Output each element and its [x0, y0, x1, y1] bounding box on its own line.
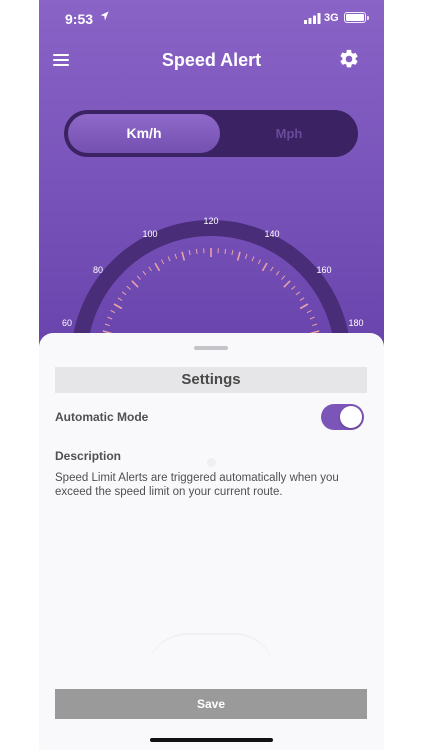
gauge-tick [251, 256, 255, 262]
gauge-tick [126, 285, 131, 290]
gauge-tick [236, 251, 241, 261]
gauge-tick [270, 266, 274, 272]
gauge-tick [117, 297, 123, 301]
gauge-tick [244, 253, 248, 259]
tick-label-180: 180 [348, 318, 363, 328]
network-type: 3G [324, 12, 339, 24]
background-arc-shadow [146, 633, 276, 675]
gauge-tick [107, 316, 113, 320]
description-text: Speed Limit Alerts are triggered automat… [55, 472, 339, 498]
gauge-tick [110, 310, 116, 314]
home-indicator[interactable] [150, 738, 273, 742]
background-needle-hub [207, 458, 216, 467]
gauge-tick [131, 280, 139, 288]
gauge-tick [283, 280, 291, 288]
sheet-grabber[interactable] [194, 346, 228, 350]
gauge-tick [224, 248, 227, 254]
gear-icon[interactable] [338, 48, 360, 70]
status-bar: 9:53 3G [39, 0, 384, 38]
gauge-tick [121, 291, 127, 296]
tick-label-140: 140 [264, 229, 279, 239]
unit-segmented-control: Km/h Mph [64, 110, 358, 157]
signal-icon [304, 13, 321, 24]
tick-label-100: 100 [142, 229, 157, 239]
gauge-tick [312, 323, 318, 327]
segment-kmh[interactable]: Km/h [68, 114, 220, 153]
tick-label-120: 120 [203, 216, 218, 226]
gauge-tick [299, 297, 305, 301]
toggle-knob [340, 406, 362, 428]
gauge-tick [167, 256, 171, 262]
save-button[interactable]: Save [55, 689, 367, 719]
gauge-tick [188, 250, 191, 256]
gauge-tick [291, 285, 296, 290]
segment-mph[interactable]: Mph [224, 114, 354, 153]
gauge-tick [231, 250, 234, 256]
gauge-tick [113, 303, 123, 310]
description-title: Description [55, 449, 122, 463]
automatic-mode-toggle[interactable] [321, 404, 364, 430]
gauge-tick [136, 275, 141, 280]
page-title: Speed Alert [161, 50, 262, 70]
location-arrow-icon [100, 11, 109, 21]
gauge-tick [275, 270, 280, 276]
gauge-tick [104, 323, 110, 327]
status-time: 9:53 [65, 11, 94, 27]
automatic-mode-label: Automatic Mode [55, 410, 149, 424]
gauge-tick [195, 248, 198, 254]
gauge-tick [299, 303, 309, 310]
gauge-tick [295, 291, 301, 296]
gauge-tick [257, 259, 261, 265]
battery-icon [344, 12, 369, 23]
tick-label-160: 160 [316, 265, 331, 275]
nav-bar: Speed Alert [39, 38, 384, 82]
tick-label-60: 60 [62, 318, 72, 328]
gauge-tick [281, 275, 286, 280]
app-screen: 9:53 3G Speed Alert Km/h Mph 60 80 100 1… [39, 0, 384, 750]
gauge-tick [154, 262, 161, 272]
settings-sheet: Settings Automatic Mode Description Spee… [39, 333, 384, 750]
settings-header: Settings [55, 367, 367, 393]
gauge-tick [181, 251, 186, 261]
gauge-tick [174, 253, 178, 259]
gauge-tick [261, 262, 268, 272]
gauge-tick [148, 266, 152, 272]
gauge-tick [309, 316, 315, 320]
gauge-tick [142, 270, 147, 276]
gauge-tick [161, 259, 165, 265]
gauge-tick [306, 310, 312, 314]
tick-label-80: 80 [93, 265, 103, 275]
